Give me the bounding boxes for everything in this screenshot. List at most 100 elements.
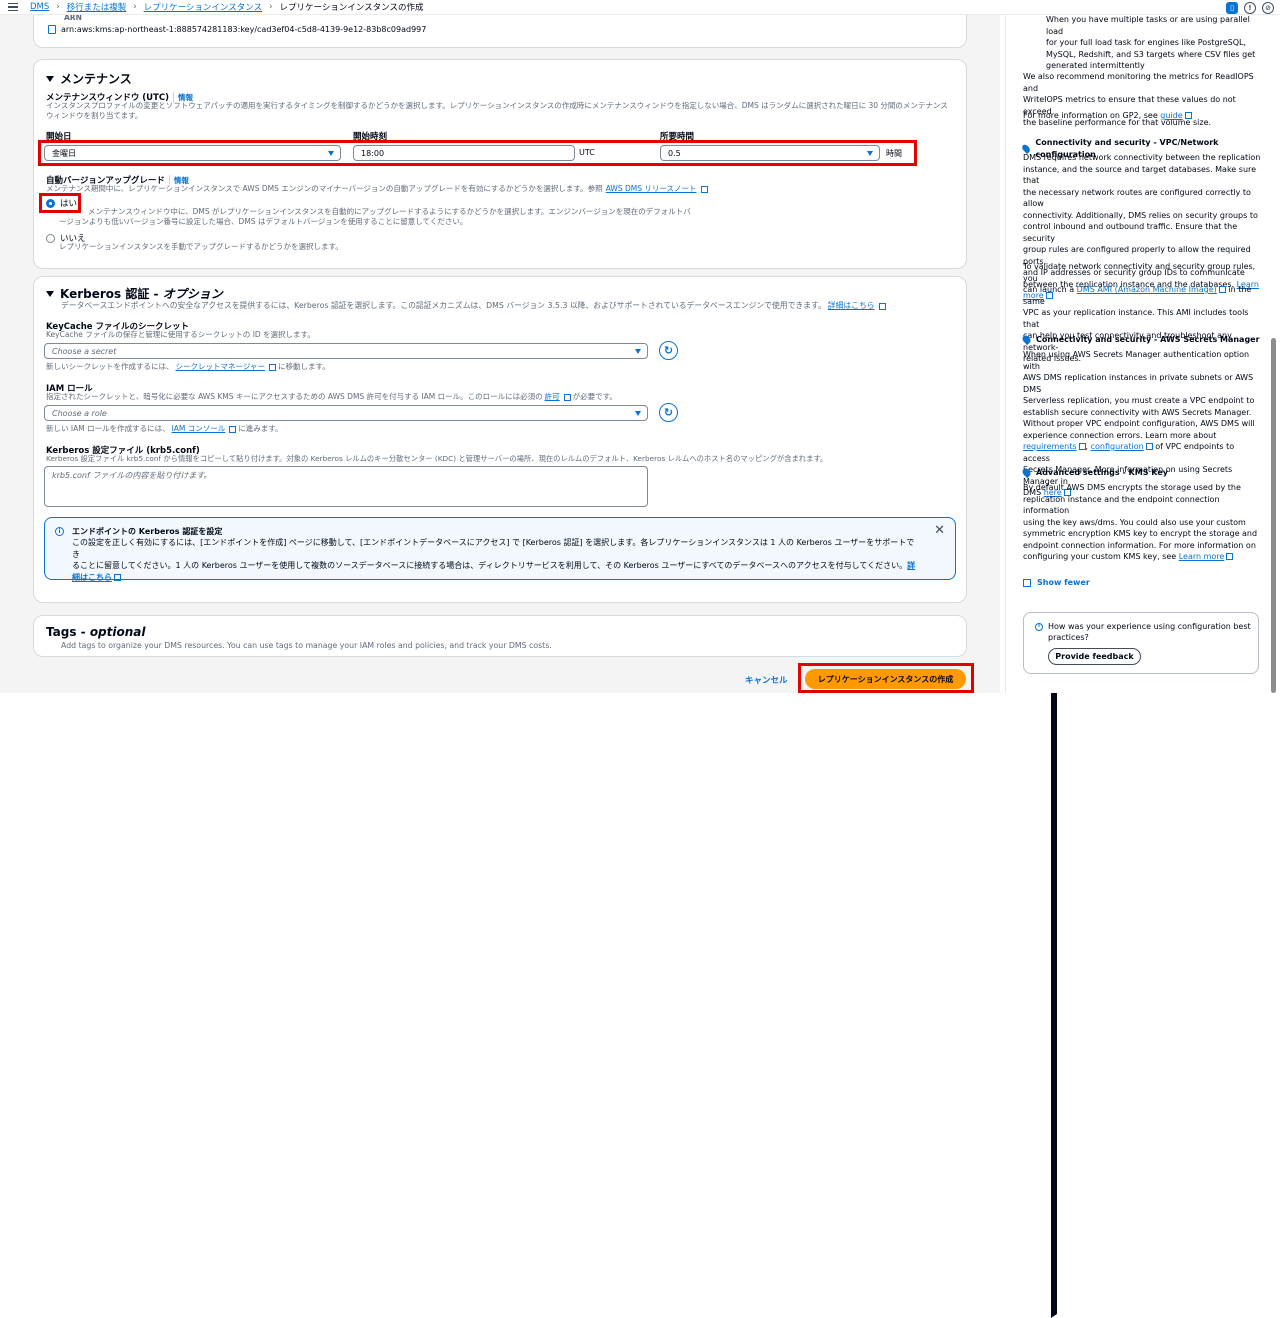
upgrade-yes-desc2: ージョンよりも低いバージョン番号に設定した場合、DMS はデフォルトバージョンを… [59, 217, 468, 226]
breadcrumb-migrate[interactable]: 移行または複製 [67, 1, 127, 13]
external-link-icon [878, 302, 886, 310]
keycache-hint-end: に移動します。 [277, 362, 330, 371]
kerberos-title: Kerberos 認証 - オプション [60, 287, 223, 301]
iam-hint-end: に進みます。 [238, 424, 283, 433]
external-link-icon [268, 363, 276, 371]
tags-container: Tags - optional Add tags to organize you… [33, 615, 1280, 1318]
help-para-gp2: For more information on GP2, see guide [1023, 110, 1261, 122]
maintenance-title: メンテナンス [60, 72, 132, 86]
breadcrumb-current: レプリケーションインスタンスの作成 [279, 3, 424, 13]
collapse-caret-icon [1051, 625, 1280, 1318]
location-pin-icon [1020, 334, 1033, 346]
secrets-manager-link[interactable]: シークレットマネージャー [176, 362, 265, 372]
maintenance-header[interactable]: メンテナンス [46, 70, 132, 87]
alert-line1: この設定を正しく有効にするには、[エンドポイントを作成] ページに移動して、[エ… [72, 538, 915, 559]
release-notes-link[interactable]: AWS DMS リリースノート [606, 184, 697, 194]
keycache-placeholder: Choose a secret [52, 346, 117, 356]
keycache-secret-select[interactable]: Choose a secret [44, 343, 648, 359]
info-circle-icon: i [55, 527, 64, 536]
kerberos-info-alert: i エンドポイントの Kerberos 認証を設定 この設定を正しく有効にするに… [44, 517, 956, 582]
external-link-icon [563, 393, 571, 401]
iam-role-select[interactable]: Choose a role [44, 405, 648, 421]
chevron-right-icon: › [56, 2, 60, 12]
tags-header[interactable]: Tags - optional [46, 625, 1280, 1318]
krb5-placeholder: krb5.conf ファイルの内容を貼り付けます。 [52, 471, 212, 480]
upgrade-no-desc: レプリケーションインスタンスを手動でアップグレードするかどうかを選択します。 [59, 242, 343, 251]
location-pin-icon [1020, 467, 1033, 479]
kerberos-learn-more-link[interactable]: 詳細はこちら [828, 301, 875, 311]
chevron-down-icon [635, 411, 641, 416]
show-fewer-label: Show fewer [1037, 578, 1090, 587]
chevron-right-icon: › [269, 2, 273, 12]
info-circle-icon: i [1035, 623, 1043, 631]
breadcrumb-dms[interactable]: DMS [30, 2, 49, 12]
requirements-link[interactable]: requirements [1023, 442, 1077, 451]
auto-upgrade-desc: メンテナンス期間中に、レプリケーションインスタンスで AWS DMS エンジンの… [46, 184, 603, 193]
configuration-link[interactable]: configuration [1091, 442, 1144, 451]
keycache-desc: KeyCache ファイルの保存と管理に使用するシークレットの ID を選択しま… [46, 330, 315, 339]
help-bullet: When you have multiple tasks or are usin… [1046, 15, 1256, 70]
cancel-button[interactable]: キャンセル [745, 674, 788, 686]
help-panel: When you have multiple tasks or are usin… [1005, 0, 1265, 693]
alert-learn-more-link-b[interactable]: 細はこちら [72, 573, 112, 582]
external-link-icon [1218, 286, 1226, 293]
external-link-icon [114, 573, 121, 581]
help-para-kms: By default AWS DMS encrypts the storage … [1023, 483, 1258, 561]
help-heading-secrets: Connectivity and security - AWS Secrets … [1020, 334, 1261, 346]
dms-ami-link[interactable]: DMS AMI (Amazon Machine Image) [1077, 285, 1217, 294]
tags-desc: Add tags to organize your DMS resources.… [61, 641, 552, 650]
iam-console-link[interactable]: IAM コンソール [172, 424, 226, 434]
highlight-box [38, 140, 917, 166]
collapse-square-icon [1023, 578, 1031, 587]
scrollbar[interactable] [1271, 338, 1276, 693]
highlight-box [798, 663, 974, 693]
expand-caret-icon [46, 75, 54, 82]
breadcrumb-bar: DMS › 移行または複製 › レプリケーションインスタンス › レプリケーショ… [0, 0, 1280, 15]
external-link-icon [1078, 443, 1086, 450]
radio-unselected-icon [46, 233, 55, 243]
refresh-roles-button[interactable]: ↻ [659, 403, 678, 422]
iam-role-desc: 指定されたシークレットと、暗号化に必要な AWS KMS キーにアクセスするため… [46, 392, 543, 401]
alert-line2: ることに留意してください。1 人の Kerberos ユーザーを使用して複数のソ… [72, 561, 908, 570]
keycache-hint: 新しいシークレットを作成するには、 [46, 362, 174, 371]
alert-learn-more-link-a[interactable]: 詳 [907, 561, 915, 570]
refresh-icon: ↻ [663, 344, 674, 357]
feedback-question: How was your experience using configurat… [1048, 622, 1251, 642]
refresh-secrets-button[interactable]: ↻ [659, 341, 678, 360]
refresh-icon: ↻ [663, 406, 674, 419]
permissions-link[interactable]: 許可 [545, 392, 560, 402]
maintenance-window-desc: インスタンスプロファイルの変更とソフトウェアパッチの適用を実行するタイミングを制… [46, 101, 948, 120]
iam-role-desc-end: が必要です。 [572, 392, 617, 401]
external-link-icon [229, 425, 237, 433]
external-link-icon [1145, 443, 1153, 450]
expand-caret-icon [46, 290, 54, 297]
main-content: ARN arn:aws:kms:ap-northeast-1:888574281… [0, 0, 1280, 1318]
provide-feedback-button[interactable]: Provide feedback [1048, 648, 1141, 665]
krb5-textarea[interactable]: krb5.conf ファイルの内容を貼り付けます。 [44, 466, 648, 507]
menu-icon[interactable] [8, 2, 18, 12]
chevron-right-icon: › [133, 2, 137, 12]
kms-learn-more-link[interactable]: Learn more [1179, 552, 1225, 561]
breadcrumb-instances[interactable]: レプリケーションインスタンス [144, 1, 263, 13]
arn-value: arn:aws:kms:ap-northeast-1:888574281183:… [61, 25, 427, 34]
kerberos-header[interactable]: Kerberos 認証 - オプション [46, 285, 223, 302]
info-icon[interactable]: ! [1244, 1, 1256, 14]
iam-role-placeholder: Choose a role [52, 408, 107, 418]
external-link-icon [1184, 112, 1192, 119]
kerberos-desc: データベースエンドポイントへの安全なアクセスを提供するには、Kerberos 認… [61, 301, 826, 310]
chevron-down-icon [635, 349, 641, 354]
gp2-guide-link[interactable]: guide [1160, 111, 1182, 120]
copy-icon[interactable] [48, 25, 56, 34]
krb5-desc: Kerberos 設定ファイル krb5.conf から情報をコピーして貼り付け… [46, 454, 828, 463]
external-link-icon [1226, 553, 1234, 560]
alert-title: エンドポイントの Kerberos 認証を設定 [72, 527, 223, 536]
show-fewer-toggle[interactable]: Show fewer [1023, 577, 1261, 589]
tags-title: Tags - optional [46, 625, 146, 639]
settings-icon[interactable]: ⊘ [1262, 1, 1274, 14]
upgrade-yes-desc1: メンテナンスウィンドウ中に、DMS がレプリケーションインスタンスを自動的にアッ… [88, 207, 691, 216]
feedback-box: i How was your experience using configur… [1023, 612, 1259, 674]
kerberos-container: Kerberos 認証 - オプション データベースエンドポイントへの安全なアク… [33, 276, 967, 603]
external-link-icon [701, 185, 709, 193]
close-icon[interactable]: ✕ [934, 523, 945, 538]
help-panel-icon[interactable]: ▯ [1226, 1, 1238, 14]
